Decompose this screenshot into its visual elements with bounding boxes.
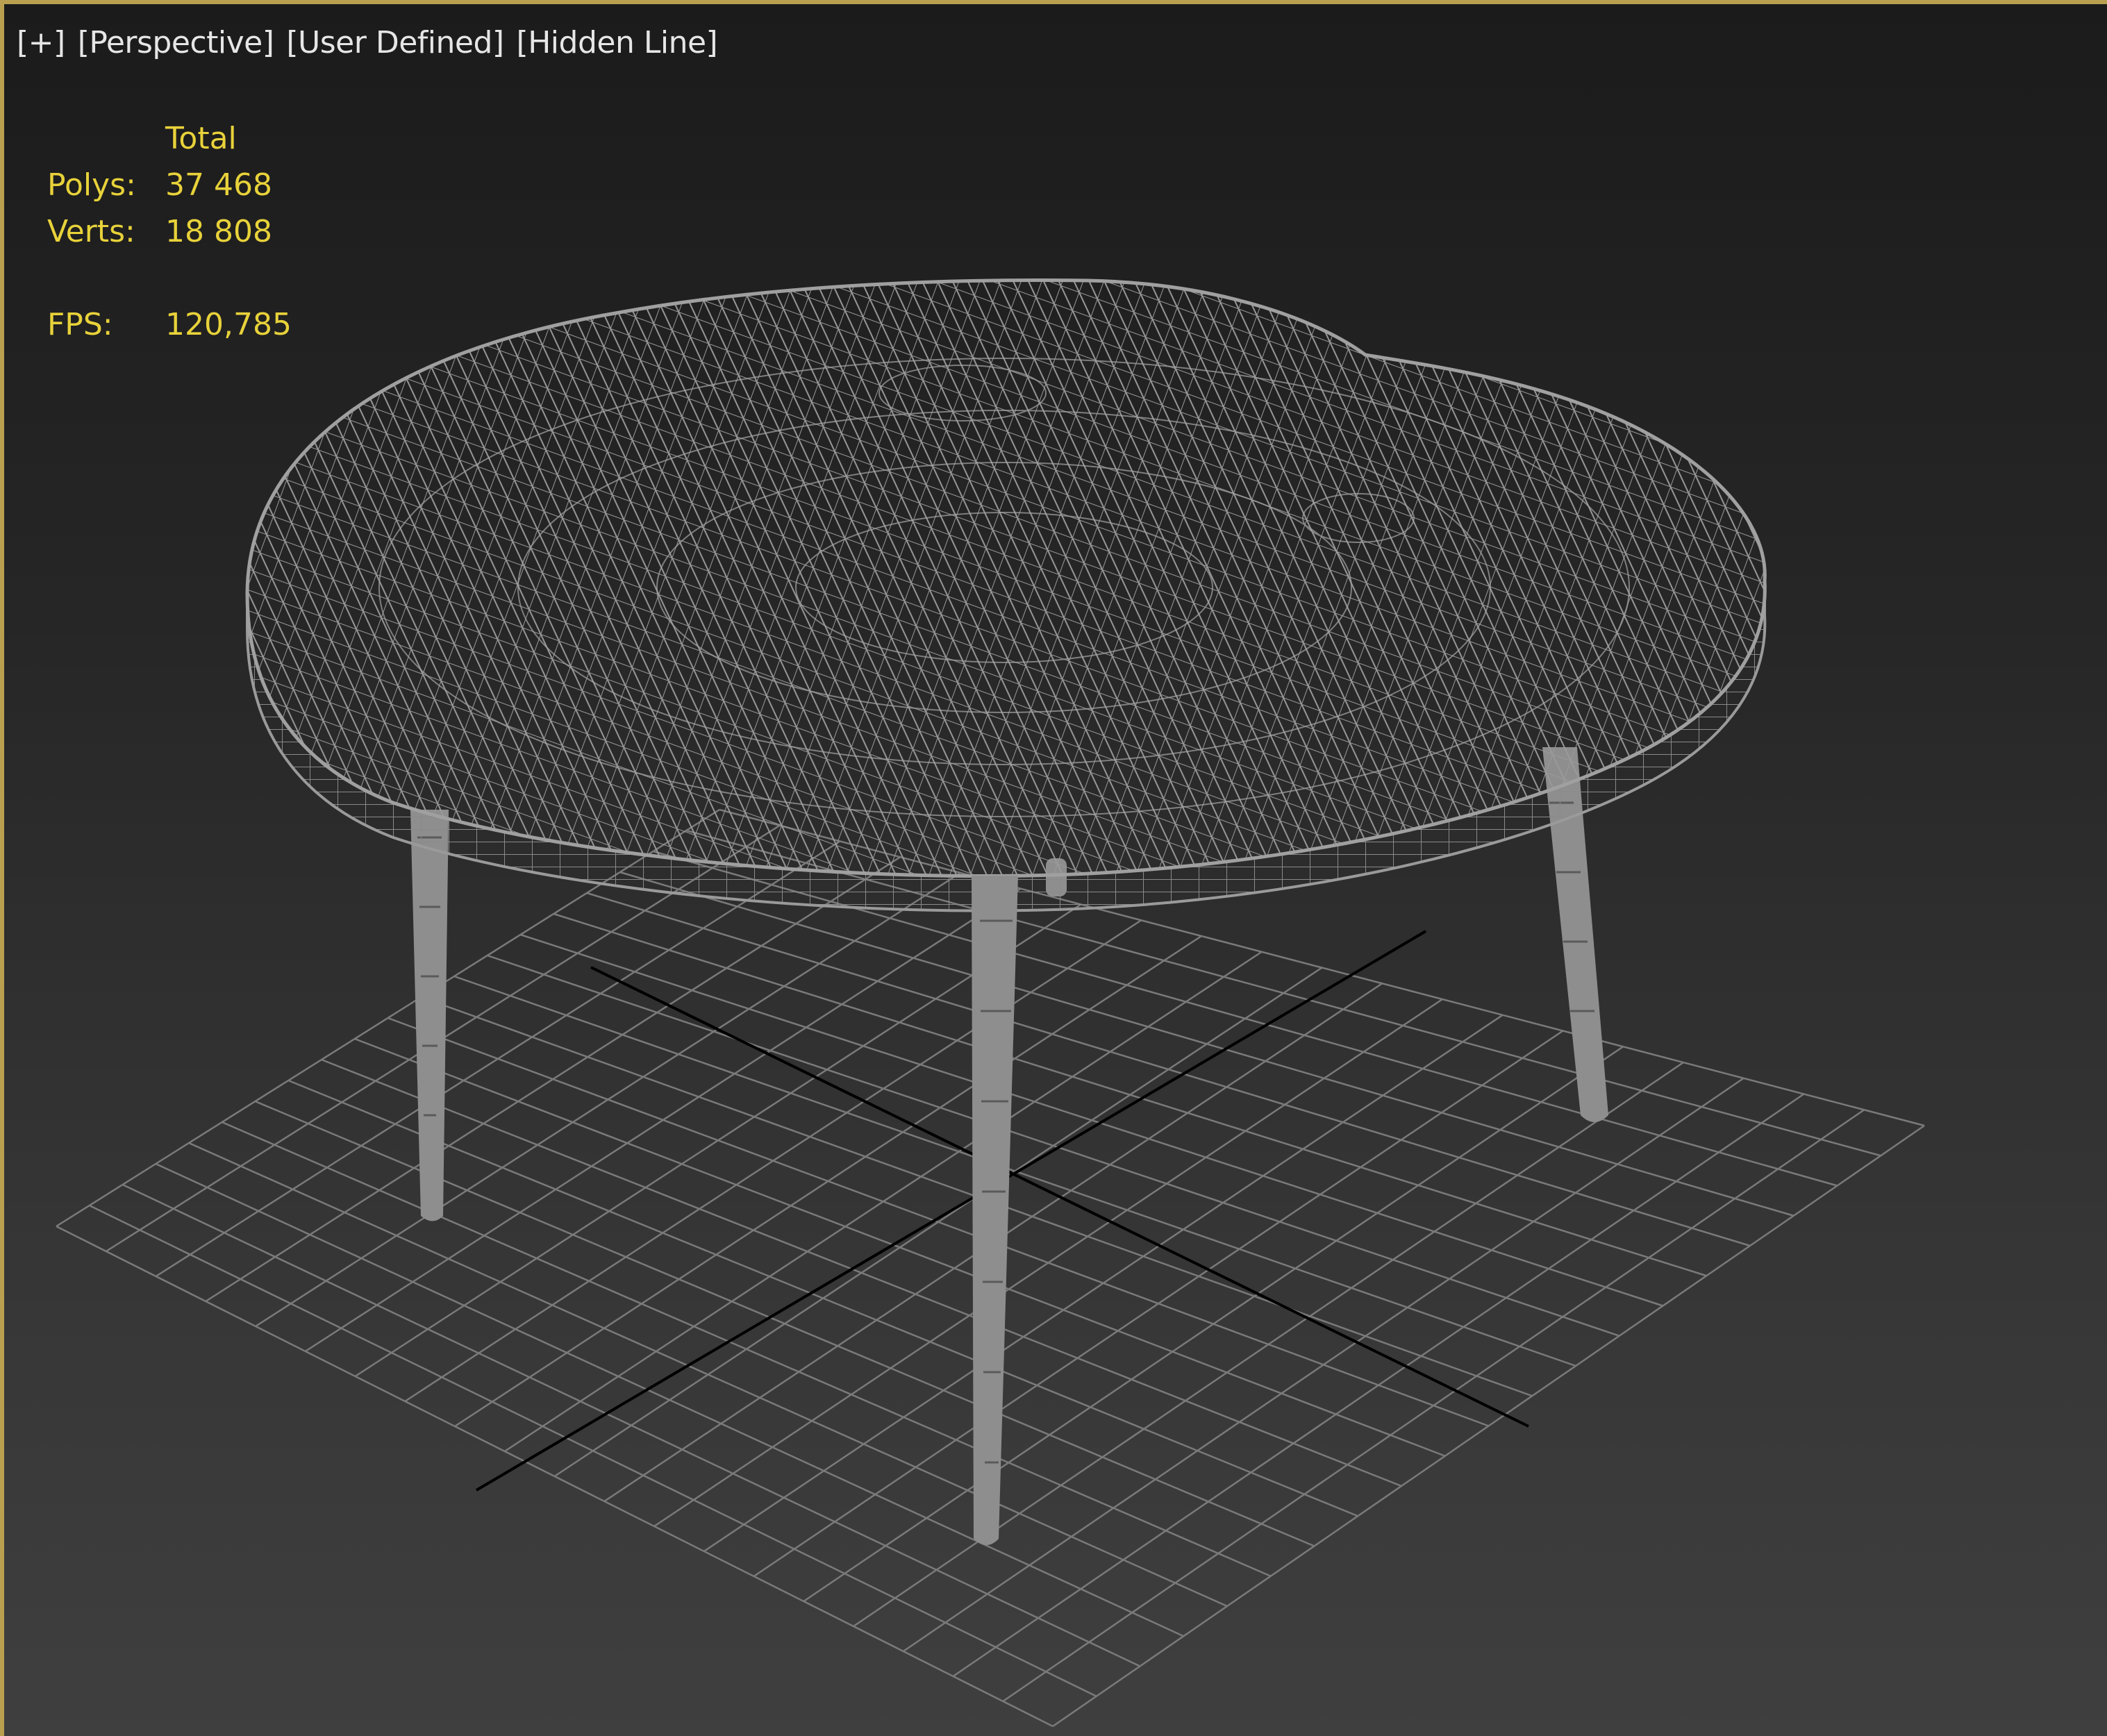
viewport-point-of-view[interactable]: [Perspective] [78, 25, 274, 60]
stats-fps-label: FPS: [47, 307, 113, 342]
perspective-viewport[interactable]: [+] [Perspective] [User Defined] [Hidden… [0, 0, 2107, 1736]
stats-verts-label: Verts: [47, 214, 135, 249]
viewport-label-menu: [+] [Perspective] [User Defined] [Hidden… [17, 25, 718, 60]
table-leg-front [972, 876, 1018, 1545]
stats-verts-value: 18 808 [165, 214, 272, 249]
grid-line [1002, 1109, 1865, 1703]
grid-line [952, 1093, 1805, 1678]
stats-polys-value: 37 468 [165, 167, 272, 203]
stats-fps-value: 120,785 [165, 307, 292, 342]
viewport-shading-mode[interactable]: [Hidden Line] [517, 25, 718, 60]
stats-header: Total [165, 121, 237, 156]
grid-line [155, 1162, 1184, 1637]
viewport-shading-user-defined[interactable]: [User Defined] [286, 25, 504, 60]
statistics-overlay: Total Polys: 37 468 Verts: 18 808 FPS: 1… [47, 115, 292, 348]
scene-canvas[interactable] [4, 4, 2107, 1736]
stats-polys-label: Polys: [47, 167, 136, 203]
viewport-menu-plus[interactable]: [+] [17, 25, 65, 60]
grid-line [1052, 1124, 1925, 1728]
table-leg-left [410, 810, 449, 1221]
